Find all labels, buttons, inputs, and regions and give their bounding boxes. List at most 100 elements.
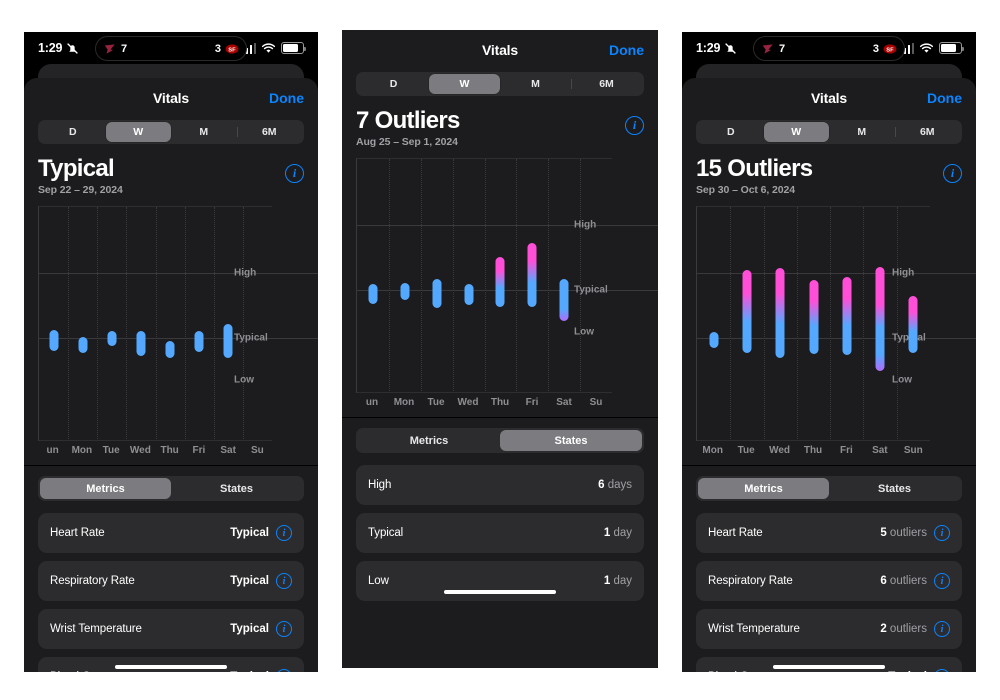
list-tab-control[interactable]: Metrics States: [38, 476, 304, 502]
range-segmented-control[interactable]: D W M 6M: [356, 72, 644, 96]
status-bar-right: [241, 42, 306, 54]
home-indicator[interactable]: [773, 664, 885, 670]
vitals-chart: HighTypicalLow Mon Tue Wed Thu Fri Sat Sun: [682, 206, 976, 459]
chart-bar[interactable]: [842, 277, 852, 355]
chart-bar[interactable]: [495, 257, 505, 307]
range-segment-d[interactable]: D: [698, 122, 764, 142]
info-circle-icon[interactable]: i: [625, 116, 644, 135]
chart-x-label: un: [46, 445, 59, 457]
chart-y-label-low: Low: [574, 326, 594, 338]
info-circle-icon[interactable]: i: [276, 573, 292, 590]
headline-daterange: Sep 30 – Oct 6, 2024: [696, 184, 795, 197]
chart-gridline-vertical: [484, 159, 486, 394]
row-label: Low: [368, 575, 389, 588]
info-circle-icon[interactable]: i: [276, 525, 292, 542]
dynamic-island-live-score[interactable]: 7 3 SF: [753, 36, 905, 61]
chart-bar[interactable]: [78, 337, 88, 354]
chart-bar[interactable]: [432, 278, 442, 308]
range-segment-m[interactable]: M: [829, 122, 895, 142]
dynamic-island-live-score[interactable]: 7 3 SF: [95, 36, 247, 61]
tab-metrics[interactable]: Metrics: [358, 430, 500, 451]
chart-bar[interactable]: [775, 268, 785, 359]
list-tab-control[interactable]: Metrics States: [696, 476, 962, 502]
chart-bar[interactable]: [464, 284, 474, 306]
info-circle-icon[interactable]: i: [285, 164, 304, 183]
tab-states[interactable]: States: [500, 430, 642, 452]
range-segment-w[interactable]: W: [429, 74, 500, 94]
chart-bar[interactable]: [136, 331, 146, 356]
info-circle-icon[interactable]: i: [934, 525, 950, 542]
row-right: 6 days: [598, 479, 632, 491]
chart-bar[interactable]: [809, 279, 818, 355]
range-segment-m[interactable]: M: [171, 122, 237, 142]
status-bar: 1:29 7 3 SF: [682, 32, 976, 64]
clock-label: 1:29: [38, 41, 63, 55]
range-segment-w[interactable]: W: [763, 122, 829, 142]
chart-bar[interactable]: [400, 283, 410, 300]
range-segment-6m[interactable]: 6M: [894, 122, 961, 142]
headline-value: 7 Outliers: [356, 107, 460, 134]
list-item[interactable]: Heart Rate Typical i: [38, 513, 304, 554]
chart-baseline: [697, 440, 930, 442]
range-segment-d[interactable]: D: [40, 122, 106, 142]
info-circle-icon[interactable]: i: [934, 573, 950, 590]
chart-bar[interactable]: [368, 284, 378, 305]
49ers-logo-icon: SF: [883, 43, 897, 54]
range-segment-m[interactable]: M: [500, 74, 571, 94]
list-item[interactable]: Wrist Temperature Typical i: [38, 609, 304, 650]
list-tab-control[interactable]: Metrics States: [356, 428, 644, 454]
done-button[interactable]: Done: [609, 42, 644, 58]
row-label: Heart Rate: [50, 527, 105, 540]
row-value: 2 outliers: [880, 623, 927, 635]
chart-bar[interactable]: [107, 331, 117, 347]
list-item[interactable]: High 6 days: [356, 465, 644, 506]
chart-bar[interactable]: [559, 278, 569, 321]
chart-gridline-vertical: [796, 207, 798, 442]
chart-bar[interactable]: [223, 324, 233, 359]
chart-gridline-vertical: [763, 207, 765, 442]
info-circle-icon[interactable]: i: [934, 669, 950, 672]
chart-bar[interactable]: [908, 296, 918, 354]
list-item[interactable]: Heart Rate 5 outliers i: [696, 513, 962, 554]
chart-gridline-vertical: [97, 207, 99, 442]
info-circle-icon[interactable]: i: [943, 164, 962, 183]
info-circle-icon[interactable]: i: [276, 621, 292, 638]
chart-x-label: Su: [250, 445, 264, 457]
chart-bar[interactable]: [527, 243, 537, 308]
chart-x-label: Fri: [192, 445, 206, 457]
chart-bar[interactable]: [165, 340, 175, 359]
range-segment-6m[interactable]: 6M: [571, 74, 642, 94]
list-item[interactable]: Low 1 day: [356, 561, 644, 602]
list-item[interactable]: Respiratory Rate Typical i: [38, 561, 304, 602]
chart-bar[interactable]: [49, 330, 59, 352]
list-item[interactable]: Typical 1 day: [356, 513, 644, 554]
chart-bar[interactable]: [742, 270, 752, 354]
headline-daterange: Sep 22 – 29, 2024: [38, 184, 123, 197]
row-value: Typical: [230, 671, 269, 672]
status-bar: 1:29 7 3 SF: [24, 32, 318, 64]
range-segment-6m[interactable]: 6M: [236, 122, 303, 142]
home-indicator[interactable]: [115, 664, 227, 670]
island-away-score: 7: [779, 42, 786, 55]
tab-metrics[interactable]: Metrics: [40, 478, 171, 500]
island-home-team: 3 SF: [215, 43, 239, 55]
tab-states[interactable]: States: [829, 478, 960, 499]
range-segmented-control[interactable]: D W M 6M: [696, 120, 962, 144]
range-segment-w[interactable]: W: [105, 122, 171, 142]
chart-bar[interactable]: [875, 266, 885, 371]
tab-metrics[interactable]: Metrics: [698, 478, 829, 500]
list-item[interactable]: Wrist Temperature 2 outliers i: [696, 609, 962, 650]
tab-states[interactable]: States: [171, 478, 302, 499]
list-item[interactable]: Respiratory Rate 6 outliers i: [696, 561, 962, 602]
bell-slash-icon: [67, 42, 79, 54]
chart-bar[interactable]: [194, 331, 204, 353]
info-circle-icon[interactable]: i: [276, 669, 292, 672]
range-segment-d[interactable]: D: [358, 74, 429, 94]
done-button[interactable]: Done: [927, 90, 962, 106]
done-button[interactable]: Done: [269, 90, 304, 106]
info-circle-icon[interactable]: i: [934, 621, 950, 638]
chart-bar[interactable]: [709, 332, 719, 348]
wifi-icon: [919, 42, 934, 53]
home-indicator[interactable]: [444, 589, 556, 595]
range-segmented-control[interactable]: D W M 6M: [38, 120, 304, 144]
